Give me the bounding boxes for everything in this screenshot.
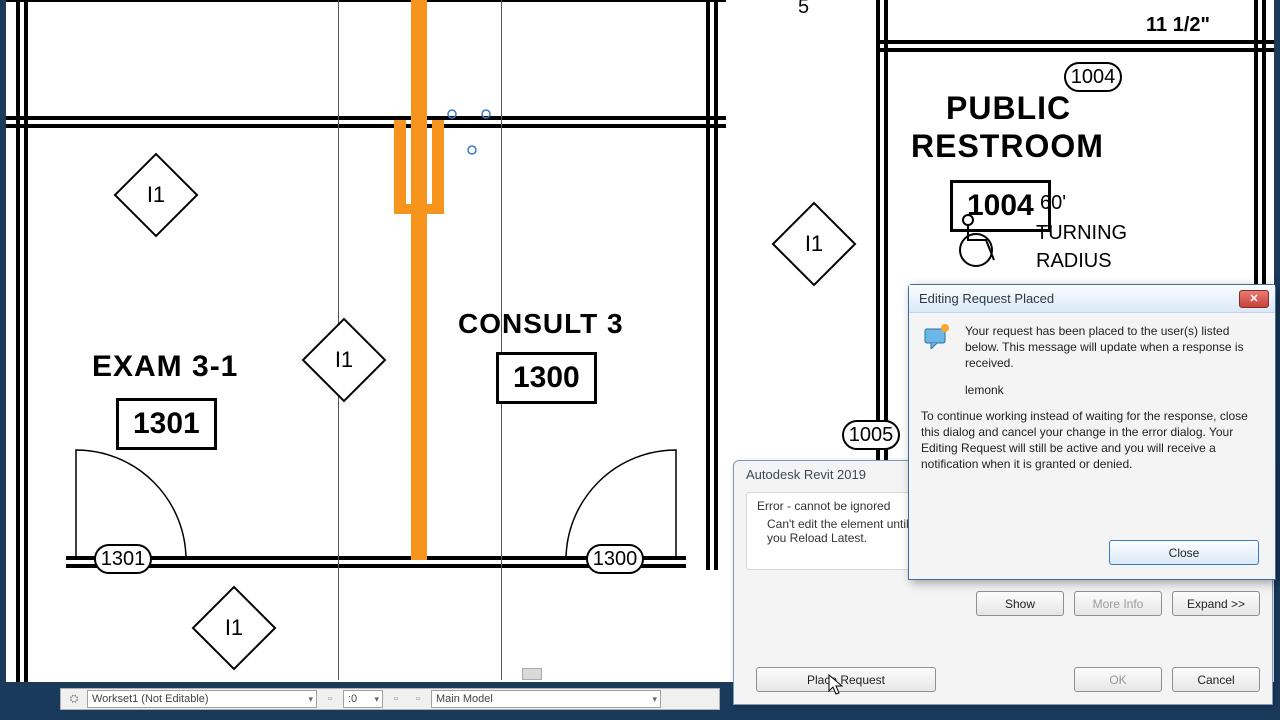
active-workset-dropdown[interactable]: Workset1 (Not Editable) (87, 690, 317, 708)
close-icon[interactable]: ✕ (1239, 290, 1269, 308)
annotation-text: TURNING (1036, 222, 1127, 245)
design-options-icon[interactable]: ▫ (321, 690, 339, 708)
door-tag: 1301 (94, 544, 152, 574)
dimension-text: 5 (798, 0, 809, 19)
accessibility-icon (954, 212, 1004, 268)
room-label-restroom-1: PUBLIC (946, 90, 1071, 127)
dimension-text: 11 1/2" (1146, 14, 1210, 37)
grid-tag-i1: I1 (335, 347, 353, 373)
ok-button: OK (1074, 667, 1162, 692)
info-message-2: To continue working instead of waiting f… (921, 408, 1261, 473)
place-request-button[interactable]: Place Request (756, 667, 936, 692)
horizontal-scrollbar-thumb[interactable] (522, 668, 542, 680)
speech-bubble-icon (923, 323, 951, 408)
grid-tag-i1: I1 (805, 231, 823, 257)
info-dialog-title: Editing Request Placed (919, 291, 1054, 306)
editing-request-dialog: Editing Request Placed ✕ Your request ha… (908, 284, 1276, 580)
room-label-restroom-2: RESTROOM (911, 128, 1104, 165)
annotation-text: RADIUS (1036, 250, 1112, 273)
status-bar: ⛭ Workset1 (Not Editable) ▫ :0 ▫ ▫ Main … (60, 688, 720, 710)
room-label-exam: EXAM 3-1 (92, 350, 238, 384)
grid-tag-i1: I1 (147, 182, 165, 208)
info-message-1: Your request has been placed to the user… (965, 323, 1261, 372)
more-info-button: More Info (1074, 591, 1162, 616)
room-label-consult: CONSULT 3 (458, 308, 624, 340)
model-dropdown[interactable]: Main Model (431, 690, 661, 708)
annotation-text: 60' (1040, 192, 1066, 215)
connector-icon (442, 104, 502, 164)
room-number-exam: 1301 (116, 398, 217, 450)
door-tag: 1005 (842, 420, 900, 450)
close-button[interactable]: Close (1109, 540, 1259, 565)
grid-tag-i1: I1 (225, 615, 243, 641)
filter-icon[interactable]: ▫ (387, 690, 405, 708)
workset-icon[interactable]: ⛭ (65, 690, 83, 708)
expand-button[interactable]: Expand >> (1172, 591, 1260, 616)
design-option-dropdown[interactable]: :0 (343, 690, 383, 708)
door-tag: 1300 (586, 544, 644, 574)
filter-icon-2[interactable]: ▫ (409, 690, 427, 708)
show-button[interactable]: Show (976, 591, 1064, 616)
cancel-button[interactable]: Cancel (1172, 667, 1260, 692)
info-user: lemonk (965, 382, 1261, 398)
room-number-consult: 1300 (496, 352, 597, 404)
door-tag: 1004 (1064, 62, 1122, 92)
